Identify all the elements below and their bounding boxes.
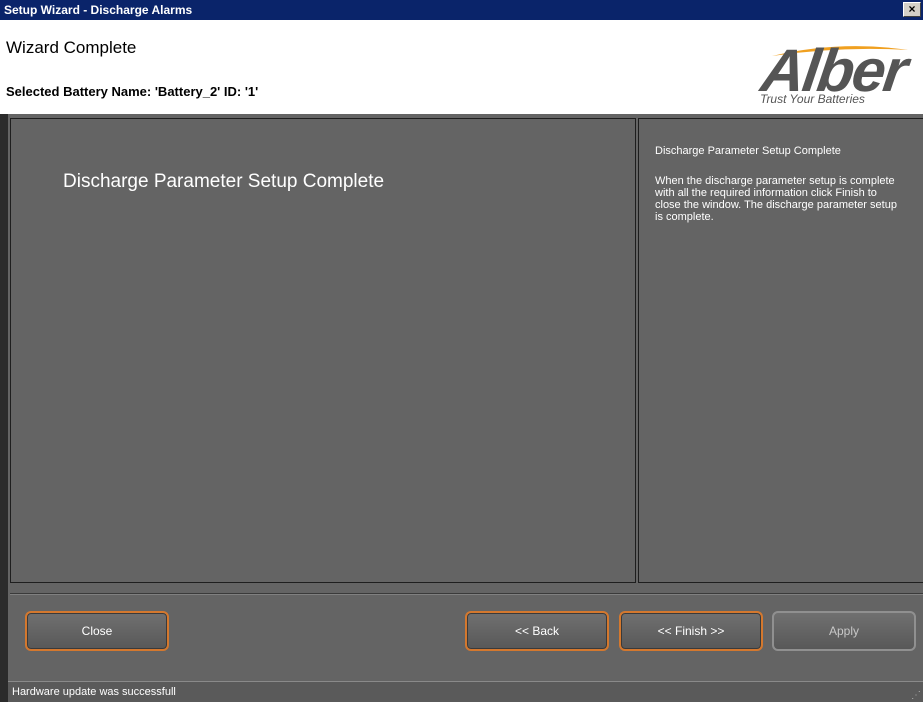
resize-grip-icon[interactable]: ⋰ bbox=[911, 690, 921, 701]
logo-tagline: Trust Your Batteries bbox=[760, 92, 865, 106]
divider bbox=[10, 593, 923, 595]
close-button[interactable]: Close bbox=[25, 611, 169, 651]
title-bar: Setup Wizard - Discharge Alarms × bbox=[0, 0, 923, 20]
window-title: Setup Wizard - Discharge Alarms bbox=[4, 3, 193, 17]
help-body: When the discharge parameter setup is co… bbox=[655, 175, 897, 223]
status-bar: Hardware update was successfull ⋰ bbox=[8, 681, 923, 702]
help-panel: Discharge Parameter Setup Complete When … bbox=[638, 118, 923, 583]
apply-button[interactable]: Apply bbox=[772, 611, 916, 651]
close-window-icon[interactable]: × bbox=[903, 2, 921, 17]
finish-button[interactable]: << Finish >> bbox=[619, 611, 763, 651]
status-text: Hardware update was successfull bbox=[12, 686, 176, 698]
main-heading: Discharge Parameter Setup Complete bbox=[63, 171, 385, 192]
alber-logo: Alber Trust Your Batteries bbox=[752, 37, 923, 108]
main-content-panel: Discharge Parameter Setup Complete bbox=[10, 118, 636, 583]
wizard-title: Wizard Complete bbox=[6, 38, 137, 57]
selected-battery-label: Selected Battery Name: 'Battery_2' ID: '… bbox=[6, 84, 259, 99]
help-title: Discharge Parameter Setup Complete bbox=[655, 145, 841, 157]
back-button[interactable]: << Back bbox=[465, 611, 609, 651]
